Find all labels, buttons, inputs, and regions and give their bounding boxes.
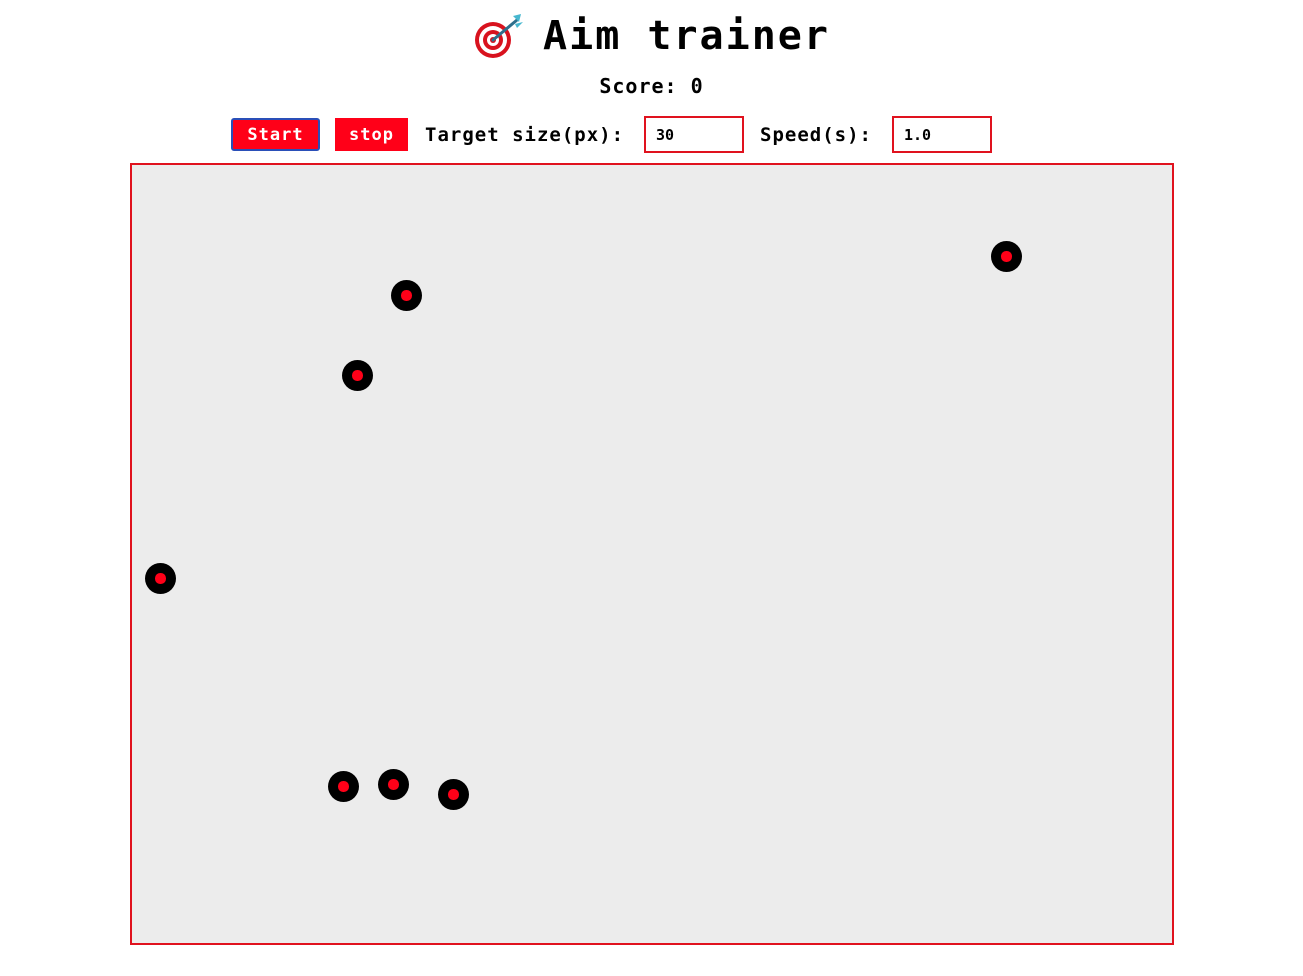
start-button[interactable]: Start (231, 118, 320, 151)
score-display: Score: 0 (0, 74, 1303, 98)
target-center (1001, 251, 1012, 262)
control-bar: Start stop Target size(px): Speed(s): (231, 116, 992, 153)
target-icon[interactable] (328, 771, 359, 802)
stop-button[interactable]: stop (335, 118, 408, 151)
target-size-input[interactable] (644, 116, 745, 153)
score-value: 0 (690, 74, 704, 98)
target-icon[interactable] (991, 241, 1022, 272)
target-center (448, 789, 459, 800)
target-center (338, 781, 349, 792)
speed-input[interactable] (891, 116, 992, 153)
score-label: Score: (599, 74, 678, 98)
page-title: Aim trainer (543, 13, 830, 59)
target-icon[interactable] (391, 280, 422, 311)
target-center (155, 573, 166, 584)
speed-label: Speed(s): (760, 123, 872, 146)
dart-target-icon (473, 12, 525, 60)
target-size-label: Target size(px): (425, 123, 625, 146)
target-icon[interactable] (145, 563, 176, 594)
target-center (401, 290, 412, 301)
page-header: Aim trainer (0, 10, 1303, 62)
target-icon[interactable] (438, 779, 469, 810)
target-center (388, 779, 399, 790)
target-icon[interactable] (342, 360, 373, 391)
target-center (352, 370, 363, 381)
game-arena[interactable] (130, 163, 1174, 945)
target-icon[interactable] (378, 769, 409, 800)
